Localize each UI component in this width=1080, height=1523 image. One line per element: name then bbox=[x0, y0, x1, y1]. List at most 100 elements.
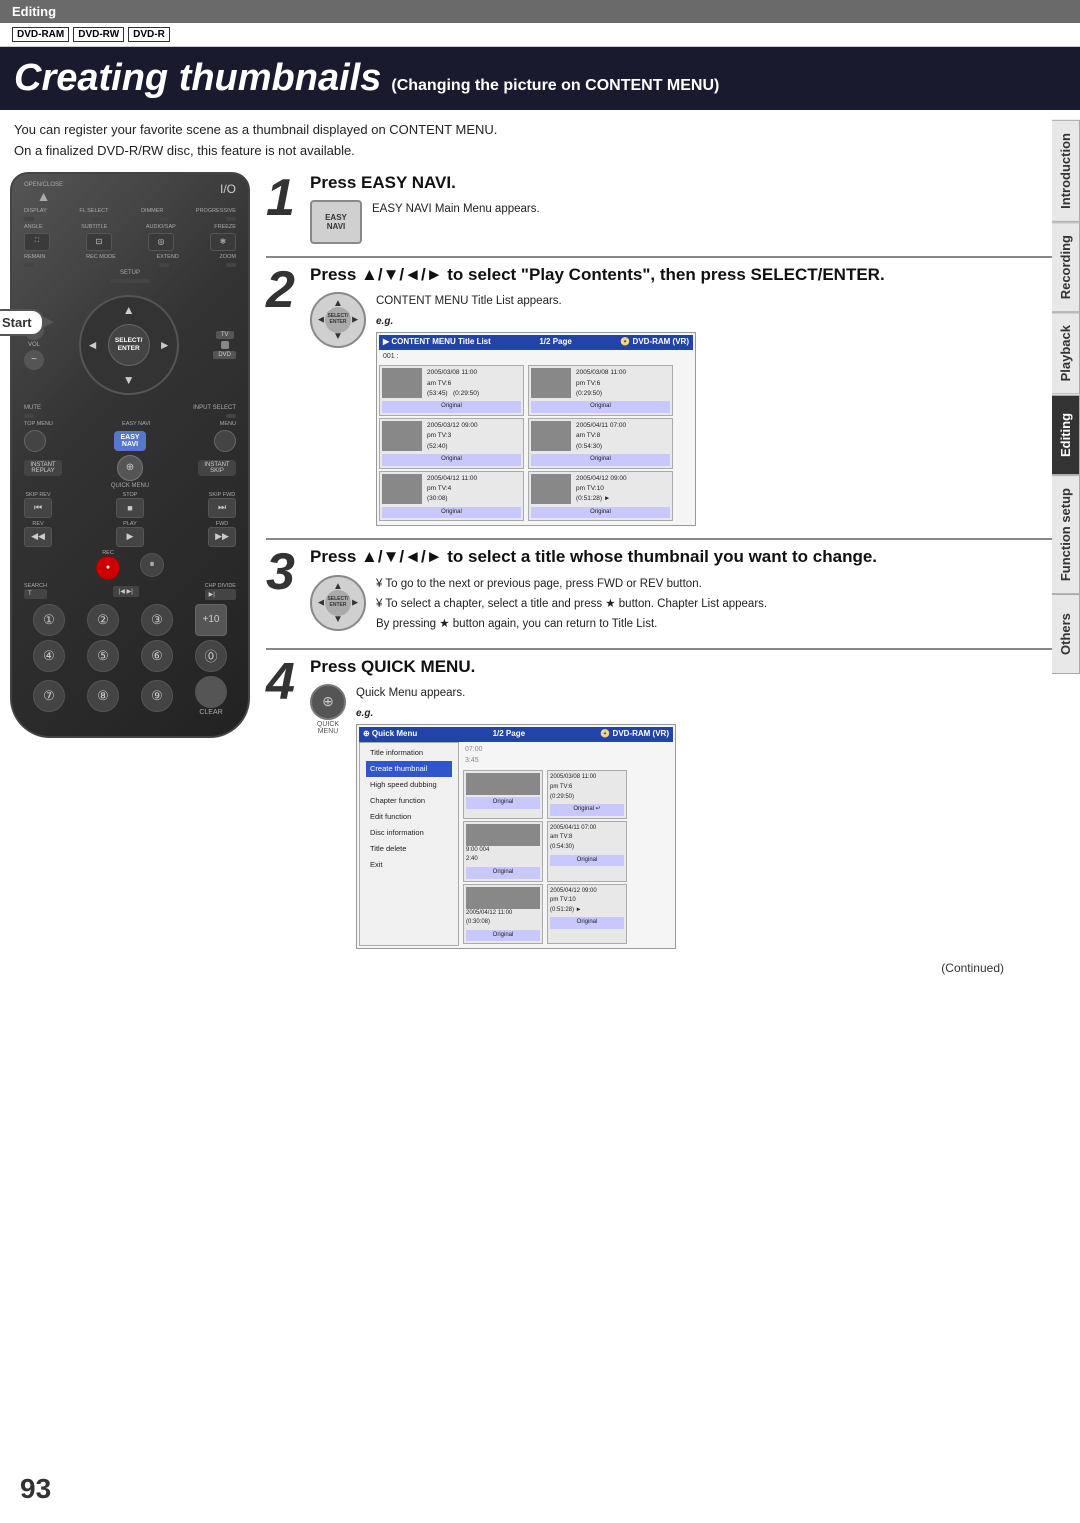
divider-3 bbox=[266, 648, 1064, 650]
sidebar-tab-introduction[interactable]: Introduction bbox=[1052, 120, 1080, 222]
setup-btn[interactable] bbox=[110, 279, 150, 283]
original-badge-2: Original bbox=[531, 401, 670, 413]
stop-btn[interactable]: ■ bbox=[116, 498, 144, 518]
num-9-btn[interactable]: ⑨ bbox=[141, 680, 173, 712]
nav-left-arrow[interactable]: ◄ bbox=[87, 338, 99, 352]
play-btn[interactable]: ▶ bbox=[116, 527, 144, 547]
qm-item-2: 2005/03/08 11:00pm TV:6(0:29:50) Origina… bbox=[547, 770, 627, 818]
num-1-btn[interactable]: ① bbox=[33, 604, 65, 636]
qm-item-img-5 bbox=[466, 887, 540, 909]
content-menu-row-3: 2005/04/12 11:00pm TV:4(30:08) Original … bbox=[379, 471, 693, 522]
step-2-img: ▲ ▼ ◄ ► SELECT/ENTER bbox=[310, 292, 366, 348]
skip-rev-btn[interactable]: ⏮ bbox=[24, 498, 52, 518]
right-sidebar: Introduction Recording Playback Editing … bbox=[1052, 120, 1080, 674]
step-4-img: ⊕ QUICKMENU bbox=[310, 684, 346, 735]
step-4-detail: ⊕ QUICKMENU Quick Menu appears. e.g. ⊕ Q… bbox=[310, 684, 1064, 950]
qm-title-info[interactable]: Title information bbox=[366, 745, 452, 761]
divider-2 bbox=[266, 538, 1064, 540]
instant-replay-btn[interactable]: INSTANTREPLAY bbox=[24, 460, 62, 476]
fl-select-btn[interactable] bbox=[91, 217, 101, 221]
quick-menu-btn[interactable]: ⊕ bbox=[117, 455, 143, 481]
content-item-img-6 bbox=[531, 474, 571, 504]
quick-menu-right-header: 07:003:45 bbox=[463, 742, 673, 768]
quick-menu-list: Title information Create thumbnail High … bbox=[359, 742, 459, 946]
qm-original-3: Original bbox=[466, 867, 540, 879]
content-menu-001: 001 : bbox=[379, 350, 693, 363]
subtitle-btn[interactable]: ⊡ bbox=[86, 233, 112, 251]
step-3-number: 3 bbox=[266, 546, 302, 635]
num-3-btn[interactable]: ③ bbox=[141, 604, 173, 636]
skip-fwd-btn[interactable]: ⏭ bbox=[208, 498, 236, 518]
sidebar-tab-function-setup[interactable]: Function setup bbox=[1052, 475, 1080, 594]
num-7-btn[interactable]: ⑦ bbox=[33, 680, 65, 712]
qm-edit-function[interactable]: Edit function bbox=[366, 809, 452, 825]
tv-dvd-switch: TV DVD bbox=[213, 331, 236, 359]
page-title-bar: Creating thumbnails (Changing the pictur… bbox=[0, 47, 1080, 110]
tv-btn[interactable]: TV bbox=[216, 331, 234, 339]
num-8-btn[interactable]: ⑧ bbox=[87, 680, 119, 712]
rec-btn[interactable]: ● bbox=[96, 556, 120, 580]
rev-btn[interactable]: ◀◀ bbox=[24, 527, 52, 547]
input-select-btn[interactable] bbox=[226, 414, 236, 418]
rec-mode-btn[interactable] bbox=[91, 263, 101, 267]
content-menu-mock: ▶ CONTENT MENU Title List 1/2 Page 📀 DVD… bbox=[376, 332, 696, 526]
extend-btn[interactable] bbox=[159, 263, 169, 267]
qm-create-thumbnail[interactable]: Create thumbnail bbox=[366, 761, 452, 777]
fwd-btn[interactable]: ▶▶ bbox=[208, 527, 236, 547]
skip-rev-label: SKIP REV bbox=[24, 492, 52, 498]
dvd-btn[interactable]: DVD bbox=[213, 351, 236, 359]
step-1-detail: EASY NAVI EASY NAVI Main Menu appears. bbox=[310, 200, 1064, 244]
chp-divide-btn[interactable]: ▶| bbox=[205, 589, 236, 600]
vol-minus-btn[interactable]: − bbox=[24, 350, 44, 370]
quick-menu-visual-label: QUICKMENU bbox=[310, 721, 346, 735]
qm-title-delete[interactable]: Title delete bbox=[366, 841, 452, 857]
freeze-btn[interactable]: ❄ bbox=[210, 233, 236, 251]
easy-navi-btn-remote[interactable]: EASYNAVI bbox=[114, 431, 145, 451]
quick-menu-content-area: 07:003:45 Original 2005/03/08 11:00pm TV… bbox=[463, 742, 673, 946]
qm-exit[interactable]: Exit bbox=[366, 857, 452, 873]
top-menu-btn[interactable] bbox=[24, 430, 46, 452]
pause-btn[interactable]: ⏸ bbox=[140, 553, 164, 577]
disc-tag-dvd-r: DVD-R bbox=[128, 27, 170, 42]
instant-skip-btn[interactable]: INSTANTSKIP bbox=[198, 460, 236, 476]
sidebar-tab-playback[interactable]: Playback bbox=[1052, 312, 1080, 394]
step-2: 2 Press ▲/▼/◄/► to select "Play Contents… bbox=[266, 264, 1064, 527]
qm-disc-info[interactable]: Disc information bbox=[366, 825, 452, 841]
adjust-btn[interactable]: |◀ ▶| bbox=[113, 586, 139, 597]
num-6-btn[interactable]: ⑥ bbox=[141, 640, 173, 672]
clear-btn[interactable] bbox=[195, 676, 227, 708]
search-btn-t[interactable]: T bbox=[24, 589, 47, 599]
select-enter-btn[interactable]: SELECT/ENTER bbox=[108, 324, 150, 366]
sidebar-tab-editing[interactable]: Editing bbox=[1052, 395, 1080, 475]
num-plus10-btn[interactable]: +10 bbox=[195, 604, 227, 636]
qm-chapter-function[interactable]: Chapter function bbox=[366, 793, 452, 809]
sidebar-tab-recording[interactable]: Recording bbox=[1052, 222, 1080, 312]
qm-high-speed[interactable]: High speed dubbing bbox=[366, 777, 452, 793]
num-5-btn[interactable]: ⑤ bbox=[87, 640, 119, 672]
display-btn[interactable] bbox=[24, 217, 34, 221]
progressive-btn[interactable] bbox=[226, 217, 236, 221]
menu-btn[interactable] bbox=[214, 430, 236, 452]
num-4-btn[interactable]: ④ bbox=[33, 640, 65, 672]
sidebar-tab-others[interactable]: Others bbox=[1052, 594, 1080, 674]
fwd-label: FWD bbox=[208, 521, 236, 527]
rec-pause-row: REC ● ⏸ bbox=[24, 550, 236, 580]
zoom-btn[interactable] bbox=[226, 263, 236, 267]
remain-btn[interactable] bbox=[24, 263, 34, 267]
open-close-label: OPEN/CLOSE ▲ bbox=[24, 182, 63, 204]
audio-sap-btn[interactable]: ◎ bbox=[148, 233, 174, 251]
nav-right-arrow[interactable]: ► bbox=[159, 338, 171, 352]
rev-label: REV bbox=[24, 521, 52, 527]
qm-item-info-4: 2005/04/11 07:00am TV:8(0:54:30) bbox=[550, 824, 624, 853]
content-item-5: 2005/04/12 11:00pm TV:4(30:08) Original bbox=[379, 471, 524, 522]
qm-item-img-3 bbox=[466, 824, 540, 846]
main-content: OPEN/CLOSE ▲ I/O DISPLAY FL SELECT DIMME… bbox=[0, 172, 1080, 976]
dimmer-btn[interactable] bbox=[159, 217, 169, 221]
num-2-btn[interactable]: ② bbox=[87, 604, 119, 636]
num-0-btn[interactable]: ⓪ bbox=[195, 640, 227, 672]
nav-up-arrow[interactable]: ▲ bbox=[123, 303, 135, 317]
nav-down-arrow[interactable]: ▼ bbox=[123, 373, 135, 387]
step-3-note-3: By pressing ★ button again, you can retu… bbox=[376, 615, 767, 633]
mute-btn[interactable] bbox=[24, 414, 34, 418]
angle-btn[interactable]: ⛶ bbox=[24, 233, 50, 251]
